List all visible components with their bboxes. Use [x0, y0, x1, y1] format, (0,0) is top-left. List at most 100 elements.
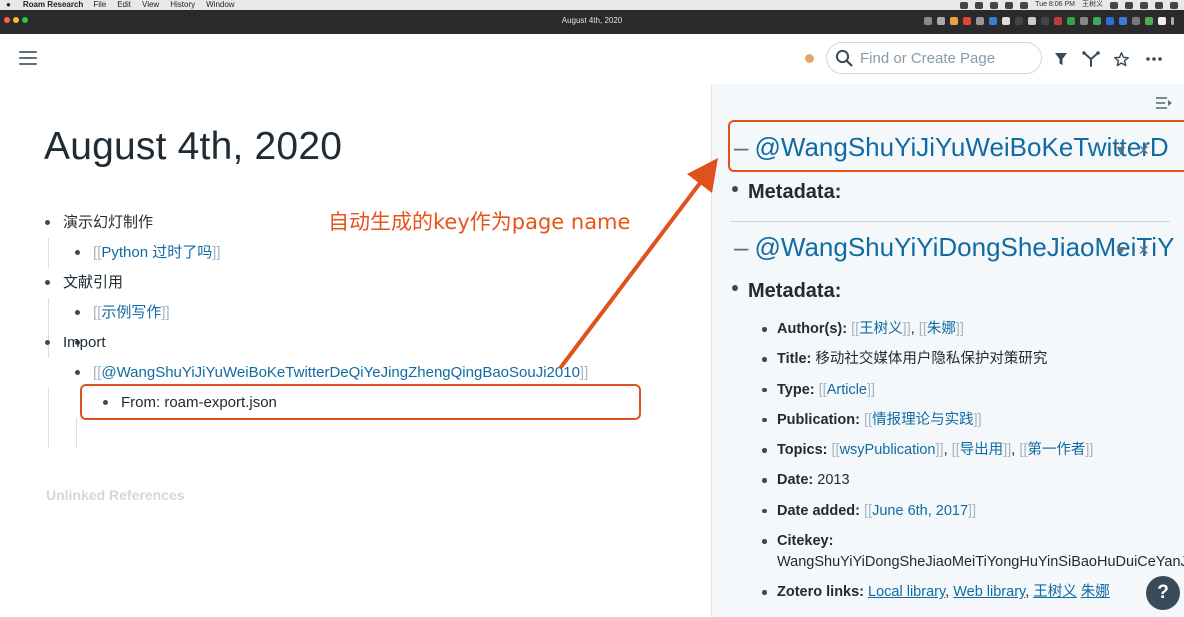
extension-icon[interactable] [1002, 17, 1010, 25]
extension-icon[interactable] [976, 17, 984, 25]
menu-view[interactable]: View [142, 0, 159, 10]
block-bullet[interactable] [762, 357, 767, 362]
search-icon[interactable] [924, 17, 932, 25]
extension-icon[interactable] [1106, 17, 1114, 25]
status-icon[interactable] [975, 1, 984, 9]
block-bullet[interactable] [762, 387, 767, 393]
page-reference-link[interactable]: 王树义 [859, 321, 903, 337]
page-reference-link[interactable]: 第一作者 [1027, 442, 1085, 458]
extension-icon[interactable] [1132, 17, 1140, 25]
metadata-row[interactable]: Publication: [[情报理论与实践]] [762, 405, 1176, 435]
block[interactable]: 文献引用 [44, 268, 644, 298]
sync-status-dot[interactable] [805, 54, 814, 63]
extension-icon[interactable] [1067, 17, 1075, 25]
sidebar-page-link[interactable]: @WangShuYiYiDongSheJiaoMeiTiY [754, 232, 1174, 262]
metadata-row[interactable]: Author(s): [[王树义]], [[朱娜]] [762, 314, 1176, 344]
menu-icon[interactable] [19, 51, 37, 65]
apple-icon[interactable]: ● [6, 0, 11, 10]
metadata-row[interactable]: Type: [[Article]] [762, 375, 1176, 405]
star-icon[interactable] [1112, 50, 1130, 68]
metadata-row[interactable]: Zotero links: Local library, Web library… [762, 577, 1176, 607]
status-icon[interactable] [960, 1, 969, 9]
status-icon[interactable] [1110, 1, 1118, 9]
collapse-sidebar-icon[interactable] [1155, 96, 1173, 115]
status-icon[interactable] [1140, 1, 1148, 9]
clock[interactable]: Tue 8:06 PM [1035, 0, 1075, 10]
metadata-row[interactable]: Citekey: WangShuYiYiDongSheJiaoMeiTiYongH… [762, 526, 1184, 577]
extension-icon[interactable] [950, 17, 958, 25]
extension-icon[interactable] [1015, 17, 1023, 25]
block-bullet[interactable] [75, 310, 80, 315]
block-text[interactable]: 文献引用 [63, 274, 123, 291]
metadata-row[interactable]: Date added: [[June 6th, 2017]] [762, 496, 1176, 526]
block[interactable]: [[示例写作]] [74, 298, 644, 328]
zotero-link[interactable]: Local library [868, 584, 945, 600]
block-bullet[interactable] [762, 417, 767, 423]
collapse-toggle[interactable]: – [734, 232, 748, 262]
block-bullet[interactable] [762, 327, 767, 332]
menu-window[interactable]: Window [206, 0, 234, 10]
page-reference-link[interactable]: Python 过时了吗 [101, 244, 212, 261]
block-bullet[interactable] [45, 220, 50, 225]
metadata-row[interactable]: Topics: [[wsyPublication]], [[导出用]], [[第… [762, 435, 1176, 465]
block-bullet[interactable] [75, 370, 80, 375]
block-bullet[interactable] [45, 340, 50, 345]
block-bullet[interactable] [762, 590, 767, 595]
extension-icon[interactable] [1119, 17, 1127, 25]
user-name[interactable]: 王树义 [1082, 0, 1103, 10]
volume-icon[interactable] [1020, 1, 1029, 9]
page-reference-link[interactable]: wsyPublication [840, 442, 936, 458]
block-bullet[interactable] [75, 250, 80, 255]
block-bullet[interactable] [762, 478, 767, 483]
sidebar-page-title[interactable]: – @WangShuYiYiDongSheJiaoMeiTiY [734, 232, 1174, 263]
extension-icon[interactable] [1041, 17, 1049, 25]
extension-icon[interactable] [1028, 17, 1036, 25]
close-icon[interactable]: ✕ [1138, 242, 1150, 259]
metadata-row[interactable]: Title: 移动社交媒体用户隐私保护对策研究 [762, 344, 1176, 374]
zotero-link[interactable]: 朱娜 [1081, 584, 1110, 600]
wifi-icon[interactable] [1005, 1, 1014, 9]
extension-icon[interactable] [1093, 17, 1101, 25]
status-icon[interactable] [1170, 1, 1178, 9]
zotero-link[interactable]: Web library [953, 584, 1025, 600]
status-icon[interactable] [990, 1, 999, 9]
extension-icon[interactable] [1158, 17, 1166, 25]
status-icon[interactable] [1155, 1, 1163, 9]
block-bullet[interactable] [45, 280, 50, 285]
page-title[interactable]: August 4th, 2020 [44, 125, 342, 169]
page-reference-link[interactable]: @WangShuYiJiYuWeiBoKeTwitterDeQiYeJingZh… [101, 364, 580, 381]
app-menu[interactable]: Roam Research [23, 0, 83, 10]
extension-icon[interactable] [1054, 17, 1062, 25]
help-button[interactable]: ? [1146, 576, 1180, 610]
block-bullet[interactable] [762, 508, 767, 514]
page-reference-link[interactable]: 示例写作 [101, 304, 161, 321]
menu-edit[interactable]: Edit [117, 0, 131, 10]
filter-icon[interactable]: ▼ [1114, 242, 1128, 259]
menu-file[interactable]: File [93, 0, 106, 10]
block-bullet[interactable] [762, 448, 767, 453]
page-reference-link[interactable]: 导出用 [960, 442, 1004, 458]
block[interactable]: Import [44, 328, 644, 358]
more-icon[interactable] [1171, 17, 1174, 25]
more-icon[interactable] [1145, 50, 1163, 68]
extension-icon[interactable] [1080, 17, 1088, 25]
search-input[interactable] [860, 49, 1030, 67]
zotero-link[interactable]: 王树义 [1033, 584, 1077, 600]
menu-history[interactable]: History [170, 0, 195, 10]
block-text[interactable]: Import [63, 334, 106, 351]
block[interactable]: [[Python 过时了吗]] [74, 238, 644, 268]
block-bullet[interactable] [762, 539, 767, 544]
filter-icon[interactable] [1052, 50, 1070, 68]
search-box[interactable] [826, 42, 1042, 74]
sidebar-metadata-heading[interactable]: Metadata: [748, 181, 841, 204]
metadata-row[interactable]: Date: 2013 [762, 465, 1176, 495]
block-bullet[interactable] [732, 285, 738, 291]
page-reference-link[interactable]: 情报理论与实践 [872, 412, 974, 428]
status-icon[interactable] [1125, 1, 1133, 9]
block-text[interactable]: 演示幻灯制作 [63, 214, 153, 231]
unlinked-references-toggle[interactable]: Unlinked References [46, 487, 185, 503]
page-reference-link[interactable]: June 6th, 2017 [872, 503, 968, 519]
extension-icon[interactable] [937, 17, 945, 25]
page-reference-link[interactable]: Article [827, 382, 867, 398]
graph-icon[interactable] [1082, 50, 1100, 68]
